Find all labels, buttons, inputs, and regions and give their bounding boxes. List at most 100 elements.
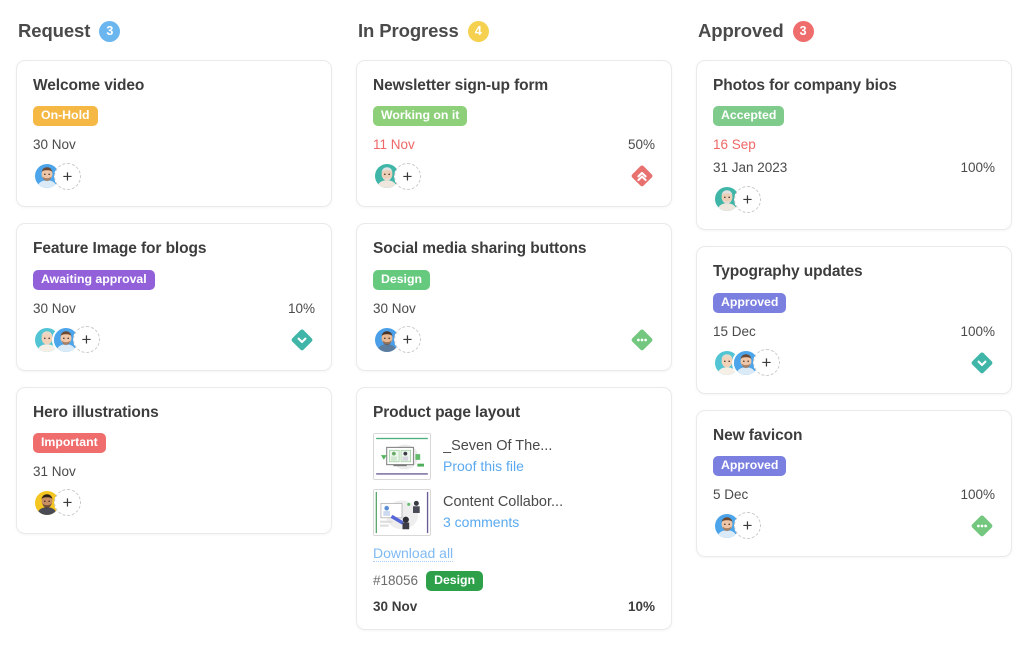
status-tag-wrap: Accepted xyxy=(713,106,995,137)
task-title: New favicon xyxy=(713,426,803,444)
kanban-board: Request 3 Welcome video On-Hold 30 Nov + Featu… xyxy=(0,0,1024,658)
status-tag-wrap: Design xyxy=(373,269,655,301)
assignee-avatars: + xyxy=(713,185,761,214)
task-meta-row: 30 Nov xyxy=(373,301,655,316)
task-progress-percent: 100% xyxy=(960,323,995,339)
task-progress-percent: 50% xyxy=(627,137,655,153)
task-footer: + xyxy=(33,325,315,355)
task-meta-row: 11 Nov 50% xyxy=(373,137,655,152)
status-tag-wrap: Important xyxy=(33,432,315,464)
task-footer: + xyxy=(713,348,995,378)
attachment-thumbnail[interactable] xyxy=(373,432,431,480)
task-due-date: 11 Nov xyxy=(373,137,415,153)
task-card[interactable]: Photos for company bios Accepted 16 Sep 31 … xyxy=(696,60,1012,231)
task-footer: + xyxy=(713,184,995,214)
status-tag[interactable]: Design xyxy=(373,269,430,290)
status-tag-wrap: Working on it xyxy=(373,106,655,137)
status-tag-wrap: Approved xyxy=(713,455,995,487)
task-due-date: 30 Nov xyxy=(373,598,418,614)
add-assignee-button[interactable]: + xyxy=(54,162,81,190)
task-title: Social media sharing buttons xyxy=(373,240,587,258)
task-meta-row: 5 Dec 100% xyxy=(713,487,995,502)
status-tag[interactable]: Accepted xyxy=(713,106,785,127)
add-assignee-button[interactable]: + xyxy=(734,512,761,540)
priority-low-icon[interactable] xyxy=(969,350,995,376)
task-title: Product page layout xyxy=(373,403,521,421)
task-due-date: 31 Nov xyxy=(33,463,76,479)
column-header-request: Request 3 xyxy=(16,14,332,48)
column-title: Approved xyxy=(698,20,784,41)
task-id-tag[interactable]: Design xyxy=(426,570,484,591)
task-due-date: 30 Nov xyxy=(373,300,416,316)
task-progress-percent: 100% xyxy=(960,486,995,502)
task-footer: + xyxy=(373,161,655,191)
task-footer: + xyxy=(713,511,995,541)
status-tag[interactable]: Working on it xyxy=(373,106,468,127)
status-tag[interactable]: Awaiting approval xyxy=(33,269,155,290)
assignee-avatars: + xyxy=(713,348,780,377)
task-title: Typography updates xyxy=(713,263,863,281)
task-footer: + xyxy=(33,161,315,191)
attachment-row: Content Collabor... 3 comments xyxy=(373,488,655,536)
attachment-text: _Seven Of The... Proof this file xyxy=(443,438,552,474)
task-card[interactable]: Hero illustrations Important 31 Nov + xyxy=(16,386,332,534)
column-title: Request xyxy=(18,20,91,41)
task-title: Feature Image for blogs xyxy=(33,240,207,258)
add-assignee-button[interactable]: + xyxy=(394,326,421,354)
column-count-badge: 3 xyxy=(792,20,814,42)
status-tag[interactable]: Approved xyxy=(713,292,787,313)
task-meta-row: 31 Jan 2023 100% xyxy=(713,160,995,175)
priority-medium-icon[interactable] xyxy=(969,513,995,539)
column-title: In Progress xyxy=(358,20,459,41)
status-tag-wrap: On-Hold xyxy=(33,106,315,137)
attachment-text: Content Collabor... 3 comments xyxy=(443,494,563,530)
task-card[interactable]: Typography updates Approved 15 Dec 100% + xyxy=(696,246,1012,394)
priority-medium-icon[interactable] xyxy=(629,327,655,353)
column-approved: Approved 3 Photos for company bios Accepted… xyxy=(696,14,1012,658)
task-due-date: 5 Dec xyxy=(713,486,749,502)
task-title: Photos for company bios xyxy=(713,77,897,94)
task-meta-row: 30 Nov 10% xyxy=(33,301,315,316)
task-card[interactable]: Welcome video On-Hold 30 Nov + xyxy=(16,60,332,208)
status-tag-wrap: Approved xyxy=(713,292,995,324)
add-assignee-button[interactable]: + xyxy=(54,489,81,517)
column-header-in-progress: In Progress 4 xyxy=(356,14,672,48)
assignee-avatars: + xyxy=(33,162,81,191)
assignee-avatars: + xyxy=(373,162,421,191)
download-all-wrap: Download all xyxy=(373,545,655,571)
task-card[interactable]: Feature Image for blogs Awaiting approval… xyxy=(16,223,332,371)
task-progress-percent: 10% xyxy=(627,598,655,614)
assignee-avatars: + xyxy=(33,488,81,517)
attachment-task-card[interactable]: Product page layout _Seven Of The... Proof… xyxy=(356,386,672,630)
task-due-date: 31 Jan 2023 xyxy=(713,160,788,176)
task-card[interactable]: Newsletter sign-up form Working on it 11 N… xyxy=(356,60,672,208)
task-id-number: #18056 xyxy=(373,573,419,589)
attachment-action-link[interactable]: 3 comments xyxy=(443,514,563,530)
attachment-action-link[interactable]: Proof this file xyxy=(443,458,552,474)
add-assignee-button[interactable]: + xyxy=(734,185,761,213)
task-card[interactable]: New favicon Approved 5 Dec 100% + xyxy=(696,409,1012,557)
status-tag[interactable]: On-Hold xyxy=(33,106,98,127)
attachment-thumbnail[interactable] xyxy=(373,488,431,536)
task-title: Hero illustrations xyxy=(33,403,159,421)
assignee-avatars: + xyxy=(373,325,421,354)
priority-low-icon[interactable] xyxy=(289,327,315,353)
task-due-date: 30 Nov xyxy=(33,300,76,316)
task-id-row: #18056 Design xyxy=(373,570,655,591)
task-meta-row: 30 Nov xyxy=(33,137,315,152)
priority-high-icon[interactable] xyxy=(629,163,655,189)
task-card[interactable]: Social media sharing buttons Design 30 Nov… xyxy=(356,223,672,371)
add-assignee-button[interactable]: + xyxy=(394,162,421,190)
column-header-approved: Approved 3 xyxy=(696,14,1012,48)
attachment-filename: _Seven Of The... xyxy=(443,438,553,455)
column-in-progress: In Progress 4 Newsletter sign-up form Worki… xyxy=(356,14,672,658)
download-all-link[interactable]: Download all xyxy=(373,545,454,562)
assignee-avatars: + xyxy=(33,325,100,354)
add-assignee-button[interactable]: + xyxy=(73,326,100,354)
status-tag[interactable]: Important xyxy=(33,432,106,453)
add-assignee-button[interactable]: + xyxy=(753,349,780,377)
column-request: Request 3 Welcome video On-Hold 30 Nov + Featu… xyxy=(16,14,332,658)
status-tag-wrap: Awaiting approval xyxy=(33,269,315,301)
status-tag[interactable]: Approved xyxy=(713,455,787,476)
task-footer: + xyxy=(33,488,315,518)
